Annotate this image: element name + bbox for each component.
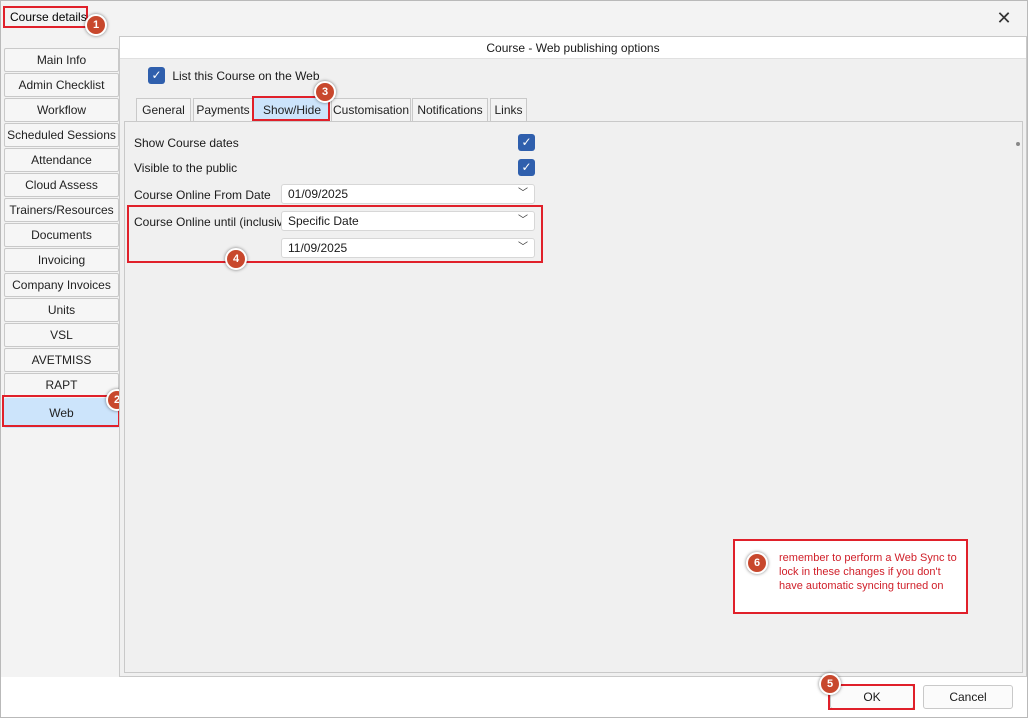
web-sync-note-text: remember to perform a Web Sync to lock i… xyxy=(779,552,957,592)
nav-item-units[interactable]: Units xyxy=(4,298,119,322)
nav-item-company-invoices[interactable]: Company Invoices xyxy=(4,273,119,297)
show-course-dates-label: Show Course dates xyxy=(134,136,239,150)
nav-item-trainers-resources[interactable]: Trainers/Resources xyxy=(4,198,119,222)
chevron-down-icon: ﹀ xyxy=(518,215,528,226)
list-on-web-label: List this Course on the Web xyxy=(172,68,320,83)
visible-to-public-label: Visible to the public xyxy=(134,161,238,175)
scroll-indicator xyxy=(1016,142,1020,146)
nav-item-main-info[interactable]: Main Info xyxy=(4,48,119,72)
nav-item-web[interactable]: Web xyxy=(4,398,119,428)
tab-links[interactable]: Links xyxy=(490,98,527,121)
nav-item-documents[interactable]: Documents xyxy=(4,223,119,247)
check-icon[interactable]: ✓ xyxy=(148,67,165,84)
badge-5: 5 xyxy=(819,673,841,695)
chevron-down-icon: ﹀ xyxy=(518,188,528,199)
nav-item-attendance[interactable]: Attendance xyxy=(4,148,119,172)
visible-to-public-checkbox[interactable]: ✓ xyxy=(518,159,535,176)
tab-notifications[interactable]: Notifications xyxy=(412,98,488,121)
dialog-footer: OK Cancel xyxy=(1,677,1027,717)
list-on-web-row[interactable]: ✓ List this Course on the Web xyxy=(148,67,320,85)
nav-item-vsl[interactable]: VSL xyxy=(4,323,119,347)
nav-item-invoicing[interactable]: Invoicing xyxy=(4,248,119,272)
nav-item-scheduled-sessions[interactable]: Scheduled Sessions xyxy=(4,123,119,147)
close-icon[interactable]: ✕ xyxy=(995,9,1013,27)
online-until-label: Course Online until (inclusive) xyxy=(134,215,294,229)
window-title: Course details xyxy=(10,10,87,24)
online-from-label: Course Online From Date xyxy=(134,188,271,202)
nav-item-cloud-assess[interactable]: Cloud Assess xyxy=(4,173,119,197)
chevron-down-icon: ﹀ xyxy=(518,242,528,253)
nav-item-rapt[interactable]: RAPT xyxy=(4,373,119,397)
cancel-button[interactable]: Cancel xyxy=(923,685,1013,709)
badge-1: 1 xyxy=(85,14,107,36)
nav-item-avetmiss[interactable]: AVETMISS xyxy=(4,348,119,372)
online-until-date-dropdown[interactable]: 11/09/2025 ﹀ xyxy=(281,238,535,258)
tab-payments[interactable]: Payments xyxy=(193,98,253,121)
online-from-dropdown[interactable]: 01/09/2025 ﹀ xyxy=(281,184,535,204)
side-nav: Main Info Admin Checklist Workflow Sched… xyxy=(4,48,119,429)
badge-6: 6 xyxy=(746,552,768,574)
web-sync-note: 6 remember to perform a Web Sync to lock… xyxy=(733,539,968,614)
tab-customisation[interactable]: Customisation xyxy=(331,98,411,121)
online-until-mode-value: Specific Date xyxy=(288,214,359,228)
panel-header: Course - Web publishing options xyxy=(120,37,1026,59)
badge-4: 4 xyxy=(225,248,247,270)
online-until-mode-dropdown[interactable]: Specific Date ﹀ xyxy=(281,211,535,231)
show-course-dates-checkbox[interactable]: ✓ xyxy=(518,134,535,151)
ok-button[interactable]: OK xyxy=(830,685,914,709)
online-until-date-value: 11/09/2025 xyxy=(288,241,348,255)
tab-general[interactable]: General xyxy=(136,98,191,121)
badge-3: 3 xyxy=(314,81,336,103)
nav-item-admin-checklist[interactable]: Admin Checklist xyxy=(4,73,119,97)
nav-item-workflow[interactable]: Workflow xyxy=(4,98,119,122)
online-from-value: 01/09/2025 xyxy=(288,187,349,201)
course-details-window: Course details 1 ✕ Main Info Admin Check… xyxy=(0,0,1028,718)
